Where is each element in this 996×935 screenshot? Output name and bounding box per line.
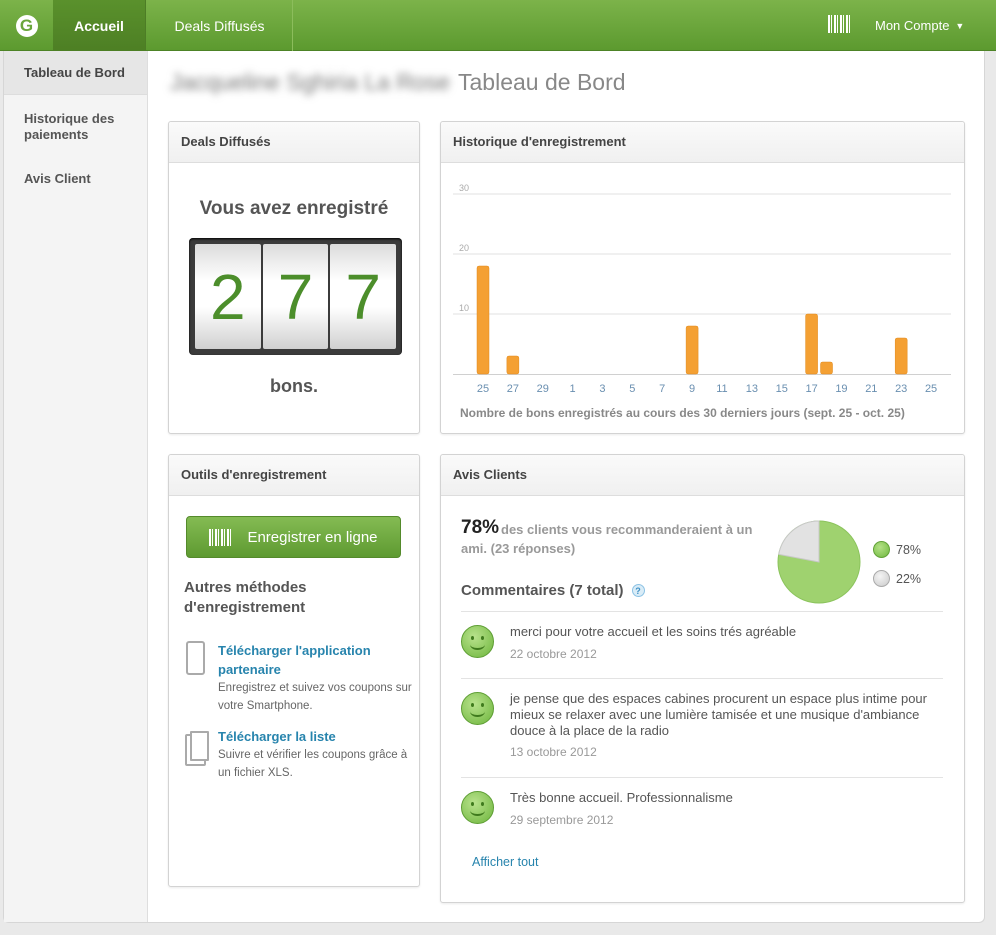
chart-bar: [805, 313, 818, 375]
chart-x-tick-label: 21: [865, 383, 877, 395]
counter-digit: 2: [195, 244, 261, 349]
smiley-happy-icon: [461, 791, 494, 824]
chart-x-tick-label: 11: [716, 383, 727, 395]
smartphone-icon: [186, 641, 205, 675]
sidebar-item-avis-client[interactable]: Avis Client: [4, 143, 147, 187]
chart-x-tick-label: 1: [570, 383, 576, 395]
reviews-panel: Avis Clients des clients vous recommande…: [440, 454, 965, 903]
chart-caption: Nombre de bons enregistrés au cours des …: [460, 406, 905, 420]
logo[interactable]: G: [0, 0, 53, 51]
sidebar-item-historique-paiements[interactable]: Historique des paiements: [4, 95, 147, 143]
chart-bar: [894, 337, 908, 375]
comments-title-text: Commentaires (7 total): [461, 582, 624, 599]
pie-slice-neutral: [778, 520, 820, 563]
account-label: Mon Compte: [875, 18, 950, 33]
smiley-neutral-icon: [873, 570, 890, 587]
comment-item: je pense que des espaces cabines procure…: [461, 678, 943, 777]
chart-x-tick-label: 27: [507, 383, 519, 395]
legend-neutral-label: 22%: [896, 571, 922, 586]
comment-item: merci pour votre accueil et les soins tr…: [461, 611, 943, 678]
chart-x-tick-label: 23: [895, 383, 907, 395]
tools-panel-title: Outils d'enregistrement: [169, 455, 419, 496]
chart-y-tick-label: 10: [459, 303, 469, 313]
top-navbar: G Accueil Deals Diffusés Mon Compte ▼: [0, 0, 996, 51]
smiley-happy-icon: [461, 625, 494, 658]
page-title-text: Tableau de Bord: [458, 69, 626, 95]
chart-x-tick-label: 29: [537, 383, 549, 395]
smiley-happy-icon: [873, 541, 890, 558]
register-online-label: Enregistrer en ligne: [247, 528, 378, 546]
nav-tab-accueil[interactable]: Accueil: [53, 0, 146, 51]
deals-counter: 2 7 7: [189, 238, 402, 355]
comment-item: Très bonne accueil. Professionnalisme 29…: [461, 777, 943, 847]
chart-x-tick-label: 15: [776, 383, 788, 395]
chart-bar: [506, 355, 520, 375]
legend-positive-label: 78%: [896, 542, 922, 557]
download-app-desc: Enregistrez et suivez vos coupons sur vo…: [218, 682, 412, 712]
barcode-icon: [209, 528, 234, 546]
history-panel: Historique d'enregistrement 10 20 30 25 27 29…: [440, 121, 965, 434]
sidebar: Tableau de Bord Historique des paiements…: [4, 51, 148, 922]
recommend-text: des clients vous recommanderaient à un a…: [461, 522, 753, 556]
sidebar-item-tableau-de-bord[interactable]: Tableau de Bord: [4, 51, 147, 95]
barcode-icon[interactable]: [828, 15, 852, 33]
comment-date: 13 octobre 2012: [510, 745, 597, 759]
download-list-link[interactable]: Télécharger la liste: [218, 727, 408, 746]
chart-y-tick-label: 30: [459, 183, 469, 193]
comment-date: 29 septembre 2012: [510, 813, 614, 827]
legend-positive: 78%: [873, 541, 921, 558]
download-list-desc: Suivre et vérifier les coupons grâce à u…: [218, 749, 408, 779]
chart-x-tick-label: 17: [805, 383, 817, 395]
history-panel-title: Historique d'enregistrement: [441, 122, 964, 163]
legend-neutral: 22%: [873, 570, 921, 587]
counter-digit: 7: [262, 244, 329, 349]
deals-panel-title: Deals Diffusés: [169, 122, 419, 163]
help-icon[interactable]: ?: [631, 584, 645, 597]
chart-bar: [685, 325, 699, 375]
download-app-link[interactable]: Télécharger l'application partenaire: [218, 641, 408, 679]
chart-x-tick-label: 7: [659, 383, 665, 395]
comment-text: merci pour votre accueil et les soins tr…: [510, 624, 797, 639]
show-all-link[interactable]: Afficher tout: [472, 855, 538, 869]
comment-text: je pense que des espaces cabines procure…: [510, 691, 927, 738]
deals-registered-line: Vous avez enregistré: [199, 198, 389, 219]
main-container: Tableau de Bord Historique des paiements…: [3, 51, 985, 923]
counter-digit: 7: [330, 244, 397, 349]
recommend-percent: 78%: [461, 517, 500, 538]
comment-date: 22 octobre 2012: [510, 647, 597, 661]
merchant-name: Jacqueline Sghiria La Rose: [170, 69, 451, 95]
chart-x-tick-label: 25: [925, 383, 937, 395]
deals-panel: Deals Diffusés Vous avez enregistré 2 7 …: [168, 121, 420, 434]
chart-x-tick-label: 25: [477, 383, 489, 395]
chart-y-tick-label: 20: [459, 243, 469, 253]
chart-bar: [820, 361, 833, 375]
chart-x-tick-label: 19: [835, 383, 847, 395]
history-bar-chart: 10203025 27 29 1 3 5 7 9 11 13 15 17 19 21 23 25: [453, 183, 951, 395]
other-methods-title: Autres méthodes d'enregistrement: [184, 579, 307, 616]
reviews-panel-title: Avis Clients: [441, 455, 964, 496]
satisfaction-pie-chart: [777, 520, 861, 604]
chart-x-tick-label: 9: [689, 383, 695, 395]
smiley-happy-icon: [461, 692, 494, 725]
chevron-down-icon: ▼: [955, 20, 965, 31]
chart-x-tick-label: 3: [599, 383, 605, 395]
comment-text: Très bonne accueil. Professionnalisme: [510, 790, 733, 805]
logo-icon: G: [15, 14, 38, 37]
comments-title: Commentaires (7 total) ?: [461, 582, 645, 599]
chart-x-tick-label: 13: [746, 383, 758, 395]
chart-x-tick-label: 5: [629, 383, 635, 395]
tools-panel: Outils d'enregistrement Enregistrer en l…: [168, 454, 420, 887]
page-title: Jacqueline Sghiria La Rose Tableau de Bor…: [170, 69, 626, 96]
chart-bar: [476, 265, 490, 375]
deals-unit-label: bons.: [270, 376, 318, 396]
document-icon: [190, 731, 209, 761]
register-online-button[interactable]: Enregistrer en ligne: [186, 516, 401, 558]
nav-tab-deals-diffuses[interactable]: Deals Diffusés: [147, 0, 293, 51]
account-menu[interactable]: Mon Compte ▼: [875, 0, 964, 51]
